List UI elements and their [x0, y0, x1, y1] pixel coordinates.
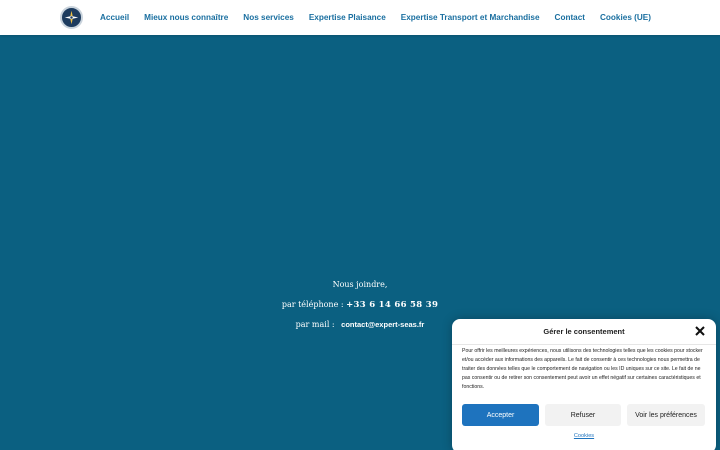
mail-prefix: par mail : [295, 320, 338, 329]
consent-title: Gérer le consentement [543, 327, 625, 336]
nav-cookies[interactable]: Cookies (UE) [600, 13, 651, 22]
contact-heading: Nous joindre, [332, 280, 388, 289]
nav-expertise-transport[interactable]: Expertise Transport et Marchandise [401, 13, 540, 22]
email-link[interactable]: contact@expert-seas.fr [341, 320, 424, 329]
nav-contact[interactable]: Contact [555, 13, 585, 22]
refuse-button[interactable]: Refuser [545, 404, 621, 426]
close-icon[interactable] [694, 325, 706, 337]
site-header: Accueil Mieux nous connaître Nos service… [0, 0, 720, 35]
compass-rose-icon [64, 10, 79, 25]
nav-accueil[interactable]: Accueil [100, 13, 129, 22]
phone-number[interactable]: +33 6 14 66 58 39 [346, 300, 438, 310]
nav-expertise-plaisance[interactable]: Expertise Plaisance [309, 13, 386, 22]
preferences-button[interactable]: Voir les préférences [627, 404, 705, 426]
accept-button[interactable]: Accepter [462, 404, 539, 426]
consent-divider [452, 344, 716, 345]
nav-mieux-nous-connaitre[interactable]: Mieux nous connaître [144, 13, 228, 22]
cookies-policy-link[interactable]: Cookies [452, 433, 716, 439]
nav-nos-services[interactable]: Nos services [243, 13, 294, 22]
consent-text: Pour offrir les meilleures expériences, … [462, 348, 703, 391]
site-logo[interactable] [60, 6, 83, 29]
phone-prefix: par téléphone : [281, 300, 347, 309]
cookie-consent-dialog: Gérer le consentement Pour offrir les me… [452, 319, 716, 450]
main-nav: Accueil Mieux nous connaître Nos service… [100, 0, 666, 35]
contact-phone-line: par téléphone : +33 6 14 66 58 39 [0, 298, 720, 318]
